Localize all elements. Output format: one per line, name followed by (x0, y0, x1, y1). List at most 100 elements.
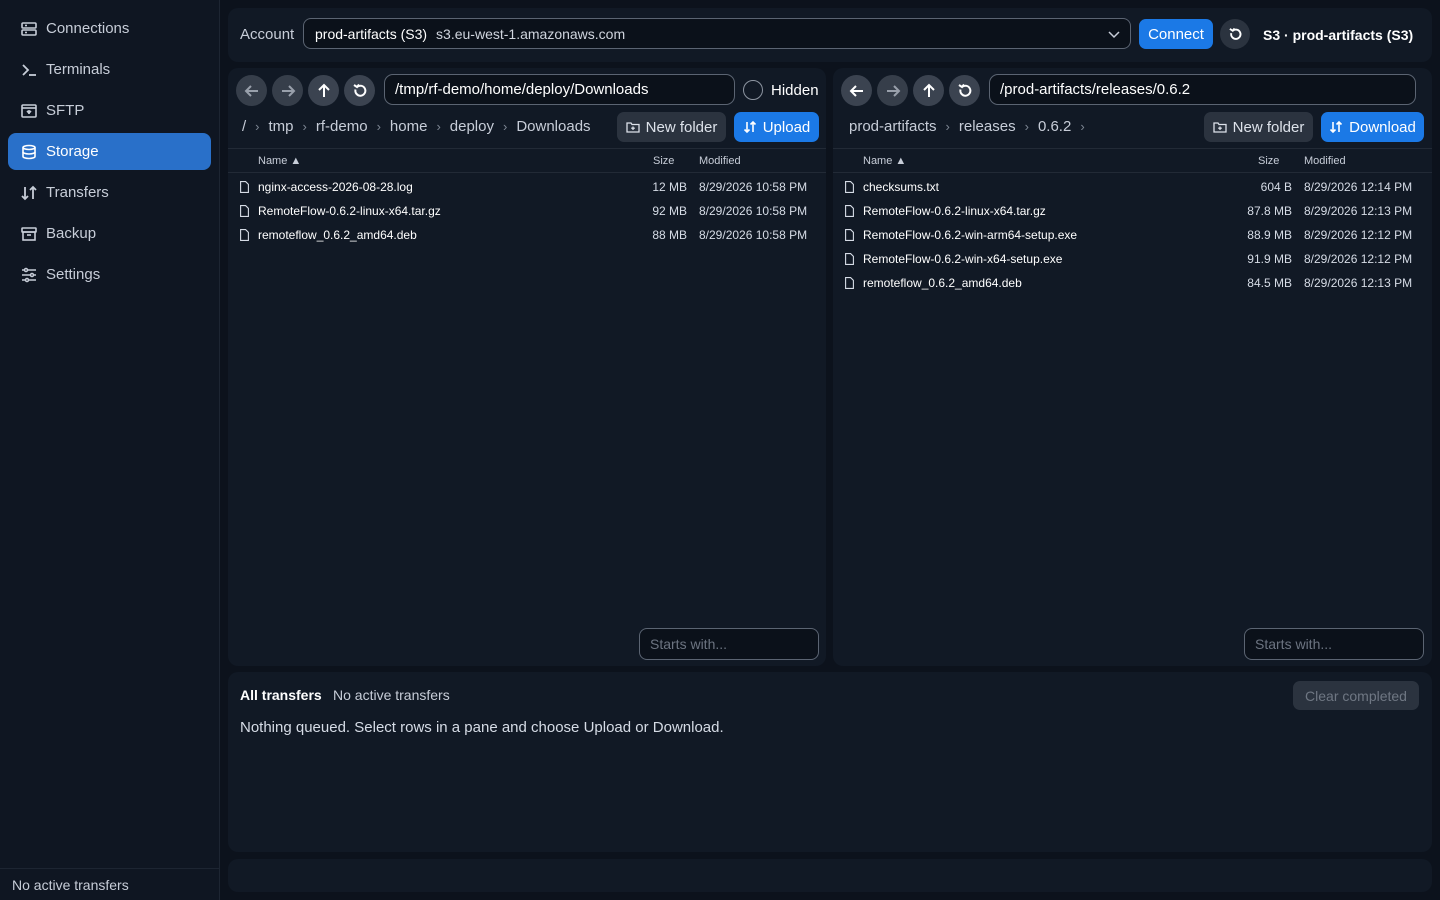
file-size: 12 MB (652, 180, 687, 194)
file-modified: 8/29/2026 12:13 PM (1304, 204, 1413, 218)
sidebar-item-connections[interactable]: Connections (8, 10, 211, 47)
file-row[interactable]: nginx-access-2026-08-28.log 12 MB 8/29/2… (228, 175, 826, 199)
connection-title: S3 · prod-artifacts (S3) (1263, 27, 1414, 43)
archive-icon (20, 225, 38, 243)
breadcrumb-item[interactable]: prod-artifacts (849, 118, 937, 135)
breadcrumb-item[interactable]: / (242, 118, 246, 135)
sidebar-item-label: Backup (46, 225, 97, 242)
path-input[interactable] (989, 74, 1416, 105)
file-size: 88.9 MB (1247, 228, 1292, 242)
chevron-down-icon (1108, 31, 1120, 39)
chevron-right-icon: › (1024, 119, 1029, 134)
file-row[interactable]: RemoteFlow-0.6.2-linux-x64.tar.gz 87.8 M… (833, 199, 1432, 223)
arrow-up-icon (922, 83, 935, 97)
file-list: nginx-access-2026-08-28.log 12 MB 8/29/2… (228, 175, 826, 247)
refresh-button[interactable] (344, 75, 375, 106)
chevron-right-icon: › (945, 119, 950, 134)
file-size: 84.5 MB (1247, 276, 1292, 290)
sidebar-item-transfers[interactable]: Transfers (8, 174, 211, 211)
parent-folder-button[interactable] (308, 75, 339, 106)
filter-input[interactable] (1244, 628, 1424, 660)
transfer-arrows-icon (743, 120, 756, 134)
column-name[interactable]: Name ▲ (863, 155, 906, 167)
file-modified: 8/29/2026 12:14 PM (1304, 180, 1413, 194)
forward-button[interactable] (877, 75, 908, 106)
file-name: RemoteFlow-0.6.2-win-x64-setup.exe (863, 252, 1063, 266)
breadcrumb-item[interactable]: releases (959, 118, 1016, 135)
download-label: Download (1349, 118, 1416, 136)
file-icon (845, 277, 854, 289)
sidebar-item-label: SFTP (46, 102, 85, 119)
chevron-right-icon: › (302, 119, 307, 134)
file-size: 88 MB (652, 228, 687, 242)
clear-completed-button[interactable]: Clear completed (1293, 681, 1419, 710)
path-input[interactable] (384, 74, 735, 105)
sidebar-item-sftp[interactable]: SFTP (8, 92, 211, 129)
new-folder-button[interactable]: New folder (1204, 112, 1313, 142)
arrow-left-icon (244, 84, 258, 97)
file-row[interactable]: RemoteFlow-0.6.2-win-arm64-setup.exe 88.… (833, 223, 1432, 247)
upload-button[interactable]: Upload (734, 112, 819, 142)
arrow-right-icon (886, 84, 900, 97)
sidebar: Connections Terminals SFTP Storage Trans… (0, 0, 220, 900)
file-name: remoteflow_0.6.2_amd64.deb (863, 276, 1022, 290)
file-size: 91.9 MB (1247, 252, 1292, 266)
server-icon (20, 20, 38, 38)
account-bar: Account prod-artifacts (S3) s3.eu-west-1… (228, 8, 1432, 62)
hidden-files-toggle[interactable]: Hidden (743, 80, 819, 100)
breadcrumb-item[interactable]: deploy (450, 118, 494, 135)
refresh-connection-button[interactable] (1220, 19, 1250, 49)
refresh-icon (1228, 27, 1241, 40)
new-folder-label: New folder (1232, 118, 1305, 136)
file-modified: 8/29/2026 12:12 PM (1304, 252, 1413, 266)
file-row[interactable]: RemoteFlow-0.6.2-win-x64-setup.exe 91.9 … (833, 247, 1432, 271)
column-modified[interactable]: Modified (1304, 155, 1346, 167)
connect-button[interactable]: Connect (1139, 19, 1213, 49)
new-folder-button[interactable]: New folder (617, 112, 726, 142)
column-size[interactable]: Size (1258, 155, 1279, 167)
file-row[interactable]: checksums.txt 604 B 8/29/2026 12:14 PM (833, 175, 1432, 199)
back-button[interactable] (841, 75, 872, 106)
account-select[interactable]: prod-artifacts (S3) s3.eu-west-1.amazona… (303, 18, 1131, 49)
breadcrumb-item[interactable]: rf-demo (316, 118, 368, 135)
local-pane: Hidden / › tmp › rf-demo › home › deploy › Do… (228, 68, 826, 666)
back-button[interactable] (236, 75, 267, 106)
transfers-empty-message: Nothing queued. Select rows in a pane an… (240, 719, 724, 736)
column-modified[interactable]: Modified (699, 155, 741, 167)
parent-folder-button[interactable] (913, 75, 944, 106)
sidebar-item-settings[interactable]: Settings (8, 256, 211, 293)
sidebar-item-terminals[interactable]: Terminals (8, 51, 211, 88)
arrow-left-icon (849, 84, 863, 97)
file-list-header: Name ▲ Size Modified (833, 148, 1432, 173)
breadcrumb-item[interactable]: home (390, 118, 428, 135)
column-name[interactable]: Name ▲ (258, 155, 301, 167)
sidebar-item-backup[interactable]: Backup (8, 215, 211, 252)
download-button[interactable]: Download (1321, 112, 1424, 142)
sidebar-item-storage[interactable]: Storage (8, 133, 211, 170)
file-row[interactable]: remoteflow_0.6.2_amd64.deb 84.5 MB 8/29/… (833, 271, 1432, 295)
file-name: RemoteFlow-0.6.2-linux-x64.tar.gz (863, 204, 1046, 218)
file-size: 604 B (1260, 180, 1292, 194)
account-label: Account (240, 26, 295, 43)
radio-circle-icon (743, 80, 763, 100)
hidden-label: Hidden (771, 81, 819, 99)
refresh-button[interactable] (949, 75, 980, 106)
status-bar (228, 859, 1432, 892)
transfers-status: No active transfers (333, 687, 450, 703)
file-row[interactable]: remoteflow_0.6.2_amd64.deb 88 MB 8/29/20… (228, 223, 826, 247)
file-name: RemoteFlow-0.6.2-linux-x64.tar.gz (258, 204, 441, 218)
transfer-arrows-icon (1330, 120, 1343, 134)
breadcrumb-item[interactable]: tmp (269, 118, 294, 135)
breadcrumb-item[interactable]: 0.6.2 (1038, 118, 1071, 135)
forward-button[interactable] (272, 75, 303, 106)
filter-input[interactable] (639, 628, 819, 660)
file-list-header: Name ▲ Size Modified (228, 148, 826, 173)
folder-plus-icon (625, 122, 640, 133)
refresh-icon (352, 83, 366, 97)
file-row[interactable]: RemoteFlow-0.6.2-linux-x64.tar.gz 92 MB … (228, 199, 826, 223)
chevron-right-icon: › (436, 119, 441, 134)
file-icon (845, 205, 854, 217)
column-size[interactable]: Size (653, 155, 674, 167)
sftp-icon (20, 102, 38, 120)
breadcrumb-item[interactable]: Downloads (516, 118, 590, 135)
